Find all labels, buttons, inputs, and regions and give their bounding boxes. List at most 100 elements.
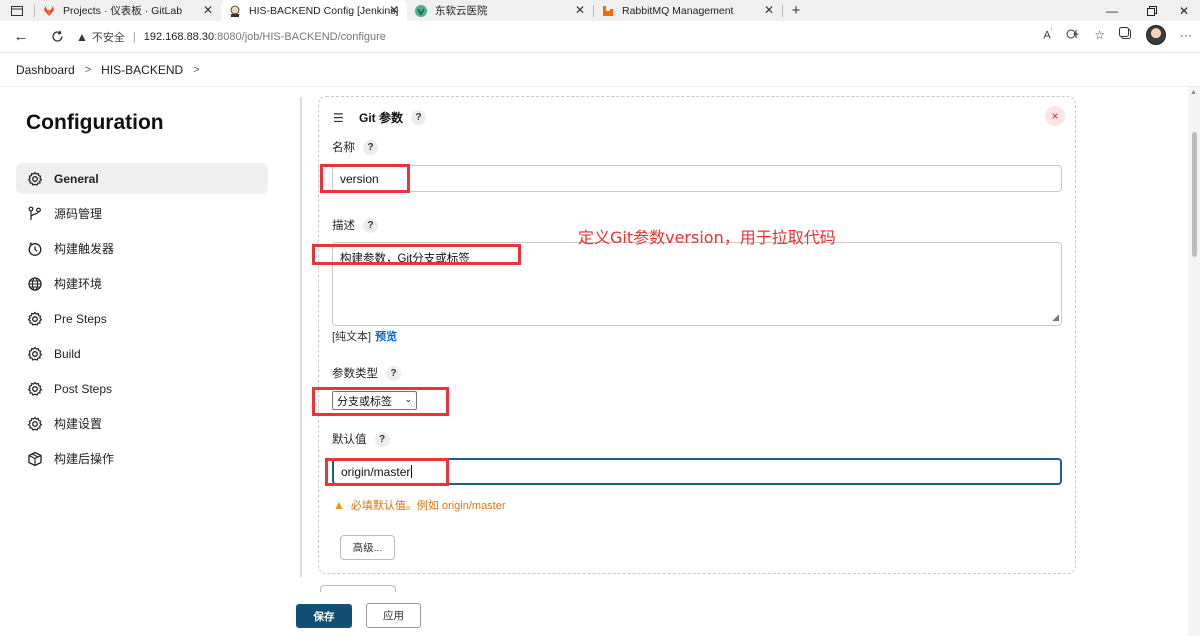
text-cursor — [411, 465, 413, 478]
package-icon — [26, 450, 44, 468]
close-tab-icon[interactable]: ✕ — [389, 3, 399, 17]
security-label: 不安全 — [91, 31, 125, 44]
help-icon[interactable]: ? — [363, 139, 378, 155]
gear-icon — [26, 310, 44, 328]
new-tab-button[interactable]: + — [783, 2, 809, 19]
description-textarea[interactable]: 构建参数，Git分支或标签 ◢ — [332, 242, 1062, 326]
read-aloud-icon[interactable]: Aʼ — [1043, 29, 1052, 42]
type-label: 参数类型 — [332, 368, 378, 380]
sidebar-item-triggers[interactable]: 构建触发器 — [16, 233, 268, 264]
favorites-icon[interactable]: ☆ — [1094, 28, 1105, 42]
scrollbar-thumb[interactable] — [1192, 132, 1197, 257]
url-separator: | — [132, 30, 136, 43]
default-label-row: 默认值 ? — [332, 431, 390, 447]
help-icon[interactable]: ? — [363, 217, 378, 233]
rabbitmq-icon — [602, 5, 614, 17]
chevron-right-icon: > — [84, 63, 92, 76]
warning-triangle-icon: ▲ — [76, 29, 88, 44]
sidebar-item-environment[interactable]: 构建环境 — [16, 268, 268, 299]
address-bar: ← ▲ 不安全 | 192.168.88.30 :8080/job/HIS-BA… — [0, 21, 1200, 53]
sidebar-nav: General 源码管理 构建触发器 构建环境 Pre Steps Build … — [16, 163, 268, 478]
url-field[interactable]: ▲ 不安全 | 192.168.88.30 :8080/job/HIS-BACK… — [76, 29, 386, 45]
back-button[interactable]: ← — [10, 26, 32, 48]
tab-gitlab[interactable]: Projects · 仪表板 · GitLab ✕ — [35, 0, 221, 21]
sidebar-item-label: Build — [54, 346, 81, 361]
apply-button[interactable]: 应用 — [366, 603, 421, 628]
type-label-row: 参数类型 ? — [332, 365, 401, 381]
breadcrumb-job[interactable]: HIS-BACKEND — [101, 63, 183, 77]
tab-title: 东软云医院 — [435, 5, 488, 17]
name-label: 名称 — [332, 142, 355, 154]
tracking-prevention-icon[interactable] — [1066, 28, 1080, 43]
tab-title: Projects · 仪表板 · GitLab — [63, 5, 183, 17]
section-divider — [300, 97, 302, 577]
clock-icon — [26, 240, 44, 258]
default-value-label: 默认值 — [332, 434, 367, 446]
sidebar-item-post-steps[interactable]: Post Steps — [16, 373, 268, 404]
preview-link[interactable]: 预览 — [375, 331, 397, 343]
scroll-up-icon[interactable]: ▲ — [1190, 89, 1197, 96]
sidebar-item-label: 构建设置 — [54, 417, 103, 431]
chevron-right-icon[interactable]: > — [193, 64, 199, 76]
tab-rabbitmq[interactable]: RabbitMQ Management ✕ — [594, 0, 782, 21]
gear-icon — [26, 170, 44, 188]
breadcrumb-dashboard[interactable]: Dashboard — [16, 63, 75, 77]
url-host: 192.168.88.30 — [143, 30, 215, 43]
globe-icon — [26, 275, 44, 293]
advanced-button[interactable]: 高级... — [340, 535, 395, 560]
tab-actions-button[interactable] — [0, 0, 34, 21]
default-value-warning: ▲ 必填默认值。例如 origin/master — [333, 497, 506, 513]
reload-icon — [51, 30, 63, 42]
parameter-type-select[interactable]: 分支或标签 ⌄ — [332, 391, 417, 410]
warning-text: 必填默认值。例如 origin/master — [350, 500, 506, 512]
minimize-button[interactable]: — — [1092, 0, 1132, 21]
delete-parameter-button[interactable]: × — [1045, 106, 1065, 126]
help-icon[interactable]: ? — [386, 365, 401, 381]
default-value-text: origin/master — [341, 464, 411, 479]
description-label-row: 描述 ? — [332, 217, 378, 233]
browser-toolbar-right: Aʼ ☆ ··· — [1043, 25, 1192, 45]
save-button[interactable]: 保存 — [296, 604, 352, 628]
git-parameter-panel: ☰ Git 参数 ? × 名称 ? version 描述 ? 构建参数，Git分… — [318, 96, 1076, 574]
url-path: :8080/job/HIS-BACKEND/configure — [214, 30, 386, 43]
close-tab-icon[interactable]: ✕ — [764, 3, 774, 17]
sidebar-item-label: General — [54, 171, 99, 186]
close-window-button[interactable]: ✕ — [1164, 0, 1200, 21]
help-icon[interactable]: ? — [374, 431, 390, 447]
sidebar-item-pre-steps[interactable]: Pre Steps — [16, 303, 268, 334]
gear-icon — [26, 415, 44, 433]
sidebar-item-label: 构建触发器 — [54, 242, 115, 256]
tab-actions-icon — [11, 5, 23, 16]
default-value-input[interactable]: origin/master — [332, 458, 1062, 485]
drag-handle-icon[interactable]: ☰ — [333, 111, 345, 125]
breadcrumb: Dashboard > HIS-BACKEND > — [0, 53, 1200, 87]
tab-title: RabbitMQ Management — [622, 4, 734, 17]
jenkins-icon — [229, 5, 241, 17]
resize-grip-icon[interactable]: ◢ — [1052, 312, 1059, 323]
sidebar-item-label: 源码管理 — [54, 207, 103, 221]
tab-jenkins[interactable]: HIS-BACKEND Config [Jenkins] ✕ — [221, 0, 407, 21]
branch-icon — [26, 205, 44, 223]
profile-avatar[interactable] — [1146, 25, 1166, 45]
sidebar-item-build-settings[interactable]: 构建设置 — [16, 408, 268, 439]
chevron-down-icon: ⌄ — [404, 394, 412, 404]
sidebar-item-label: Pre Steps — [54, 311, 107, 326]
more-menu-icon[interactable]: ··· — [1180, 28, 1192, 42]
sidebar-item-build[interactable]: Build — [16, 338, 268, 369]
description-text: 构建参数，Git分支或标签 — [340, 253, 470, 265]
collections-icon[interactable] — [1119, 27, 1132, 43]
sidebar-item-scm[interactable]: 源码管理 — [16, 198, 268, 229]
reload-button[interactable] — [46, 26, 68, 48]
name-input[interactable]: version — [332, 165, 1062, 192]
parameter-type-value: 分支或标签 — [337, 395, 392, 408]
page-title: Configuration — [26, 111, 164, 134]
sidebar-item-general[interactable]: General — [16, 163, 268, 194]
tab-hospital[interactable]: 东软云医院 ✕ — [407, 0, 593, 21]
panel-title: Git 参数 — [359, 111, 403, 125]
panel-header: ☰ Git 参数 ? — [333, 109, 426, 126]
sidebar-item-post-build[interactable]: 构建后操作 — [16, 443, 268, 474]
close-tab-icon[interactable]: ✕ — [203, 3, 213, 17]
vue-icon — [415, 4, 427, 17]
help-icon[interactable]: ? — [411, 110, 426, 125]
close-tab-icon[interactable]: ✕ — [575, 3, 585, 17]
